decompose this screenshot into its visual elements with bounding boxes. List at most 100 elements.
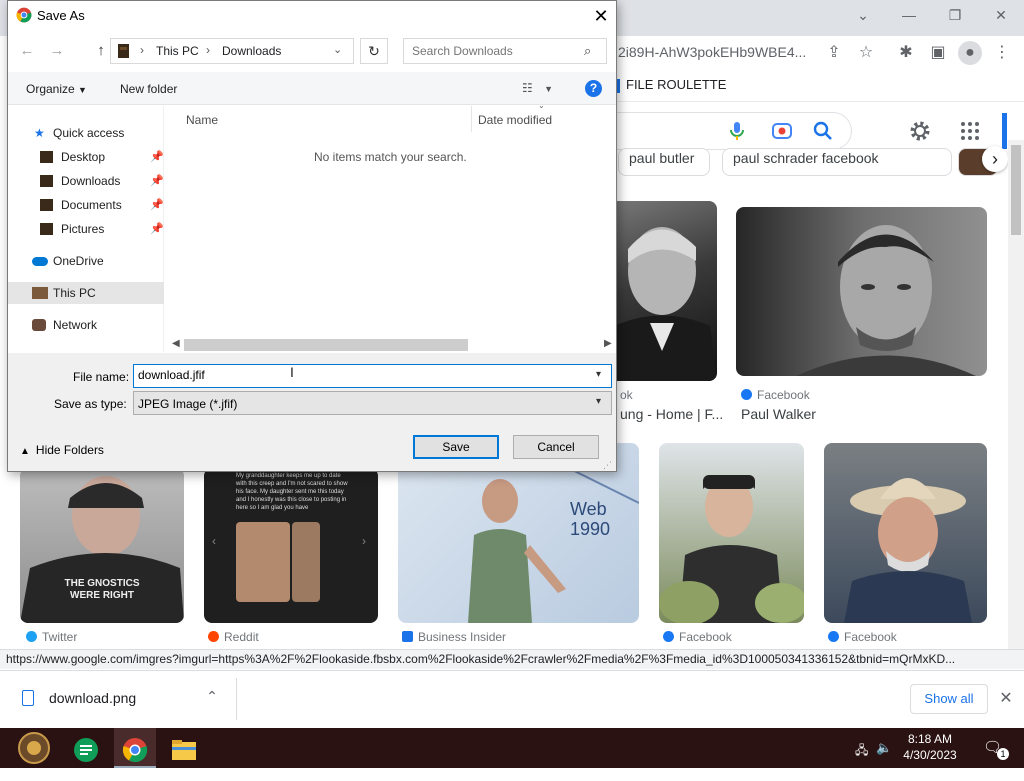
share-icon[interactable]: ⇪ (822, 41, 846, 65)
nav-label: Network (53, 318, 98, 332)
nav-documents[interactable]: Documents 📌 (8, 194, 164, 216)
download-options-chevron-icon[interactable]: ⌃ (202, 688, 222, 705)
page-scrollbar-thumb[interactable] (1011, 145, 1021, 235)
save-as-type-dropdown-icon[interactable]: ▾ (596, 396, 601, 407)
chrome-menu-icon[interactable]: ⋮ (990, 41, 1014, 65)
slide-text: 1990 (570, 519, 610, 539)
result-image-facebook-2[interactable] (824, 443, 987, 623)
network-tray-icon[interactable]: 🖧 (855, 741, 868, 762)
nav-downloads[interactable]: Downloads 📌 (8, 170, 164, 192)
search-icon[interactable]: ⌕ (584, 43, 591, 59)
facebook-icon (663, 631, 674, 642)
breadcrumb-downloads[interactable]: Downloads (222, 44, 281, 58)
result-image-paul-young[interactable] (600, 201, 717, 381)
save-button[interactable]: Save (413, 435, 499, 459)
related-chip-paul-schrader[interactable]: paul schrader facebook (722, 148, 952, 176)
business-insider-icon (402, 631, 413, 642)
file-name-label: File name: (73, 370, 130, 384)
search-downloads-input[interactable] (412, 44, 580, 58)
help-icon[interactable]: ? (585, 80, 602, 97)
change-view-button[interactable]: ☷ ▼ (522, 81, 553, 95)
star-icon: ★ (34, 126, 45, 140)
chip-label: paul butler (629, 150, 695, 166)
hide-folders-button[interactable]: ▲ Hide Folders (20, 443, 104, 457)
nav-label: Documents (61, 198, 122, 212)
up-arrow-icon[interactable]: ↑ (90, 40, 112, 62)
clock[interactable]: 8:18 AM 4/30/2023 (890, 731, 970, 763)
nav-this-pc[interactable]: This PC (8, 282, 164, 304)
nav-pictures[interactable]: Pictures 📌 (8, 218, 164, 240)
source-label: Facebook (757, 388, 810, 402)
new-folder-button[interactable]: New folder (120, 82, 177, 96)
organize-button[interactable]: Organize ▼ (26, 82, 87, 96)
chrome-title-icon (16, 7, 32, 23)
back-arrow-icon[interactable]: ← (16, 40, 38, 62)
text-cursor-icon: I (290, 364, 294, 380)
download-item-name[interactable]: download.png (49, 690, 136, 706)
result-image-paul-walker[interactable] (736, 207, 987, 376)
column-divider[interactable] (471, 106, 472, 132)
bookmark-star-icon[interactable]: ☆ (854, 41, 878, 65)
resize-grip-icon[interactable]: ⋰ (603, 460, 612, 471)
forward-arrow-icon[interactable]: → (46, 40, 68, 62)
divider (236, 678, 237, 720)
profile-avatar-icon[interactable]: ● (958, 41, 982, 65)
tab-search-chevron-icon[interactable]: ⌄ (840, 4, 886, 26)
lens-camera-icon[interactable] (771, 120, 793, 142)
voice-search-mic-icon[interactable] (728, 120, 746, 142)
result-title[interactable]: Paul Walker (741, 406, 816, 422)
scroll-left-icon[interactable]: ◀ (172, 338, 180, 349)
nav-onedrive[interactable]: OneDrive (8, 250, 164, 272)
extensions-puzzle-icon[interactable]: ✱ (894, 41, 918, 65)
scroll-right-icon[interactable]: ▶ (604, 338, 612, 349)
url-text[interactable]: 2i89H-AhW3pokEHb9WBE4... (618, 44, 806, 60)
organize-label: Organize (26, 82, 75, 96)
minimize-button[interactable]: — (886, 4, 932, 26)
file-list[interactable] (164, 106, 616, 338)
side-panel-icon[interactable]: ▣ (926, 41, 950, 65)
documents-folder-icon (40, 199, 53, 211)
nav-desktop[interactable]: Desktop 📌 (8, 146, 164, 168)
breadcrumb-this-pc[interactable]: This PC (156, 44, 199, 58)
google-apps-grid-icon[interactable] (960, 121, 980, 141)
twitter-icon (26, 631, 37, 642)
file-name-input[interactable] (138, 368, 578, 382)
restore-button[interactable]: ❐ (932, 4, 978, 26)
column-header-date-modified[interactable]: Date modified (478, 113, 552, 127)
column-header-name[interactable]: Name (186, 113, 218, 127)
show-all-button[interactable]: Show all (910, 684, 988, 714)
facebook-icon (828, 631, 839, 642)
refresh-button[interactable]: ↻ (360, 38, 388, 64)
close-download-shelf-icon[interactable]: ✕ (996, 688, 1016, 708)
related-chip-paul-butler[interactable]: paul butler (618, 148, 710, 176)
search-submit-icon[interactable] (812, 120, 834, 142)
bookmark-file-roulette[interactable]: FILE ROULETTE (616, 77, 726, 93)
pin-icon: 📌 (150, 151, 164, 163)
start-button-icon[interactable] (14, 730, 54, 768)
meme-text: My granddaughter keeps me up to date wit… (236, 473, 348, 511)
file-explorer-app-icon[interactable] (164, 730, 204, 768)
window-close-button[interactable]: ✕ (978, 4, 1024, 26)
bookmark-label: FILE ROULETTE (626, 77, 727, 92)
result-image-reddit-post[interactable]: My granddaughter keeps me up to date wit… (204, 468, 378, 623)
chips-next-arrow-icon[interactable]: › (982, 146, 1008, 172)
source-label: Reddit (224, 630, 259, 644)
download-shelf (0, 670, 1024, 728)
path-history-chevron-icon[interactable]: ⌄ (333, 43, 342, 56)
file-name-dropdown-icon[interactable]: ▾ (596, 369, 601, 380)
result-title[interactable]: ung - Home | F... (620, 406, 723, 422)
chrome-app-icon[interactable] (115, 730, 155, 768)
source-label: Business Insider (418, 630, 507, 644)
settings-gear-icon[interactable] (908, 119, 932, 143)
dialog-close-button[interactable]: ✕ (588, 3, 614, 29)
result-image-gnostics-shirt[interactable]: THE GNOSTICS WERE RIGHT (20, 468, 184, 623)
cancel-button[interactable]: Cancel (513, 435, 599, 459)
horizontal-scrollbar-thumb[interactable] (184, 339, 468, 351)
nav-quick-access[interactable]: ★ Quick access (8, 122, 164, 144)
nav-network[interactable]: Network (8, 314, 164, 336)
computer-icon (32, 287, 48, 299)
google-sheets-app-icon[interactable] (66, 730, 106, 768)
nav-label: Desktop (61, 150, 106, 164)
carousel-prev-icon: ‹ (212, 534, 216, 548)
result-image-facebook-1[interactable] (659, 443, 804, 623)
